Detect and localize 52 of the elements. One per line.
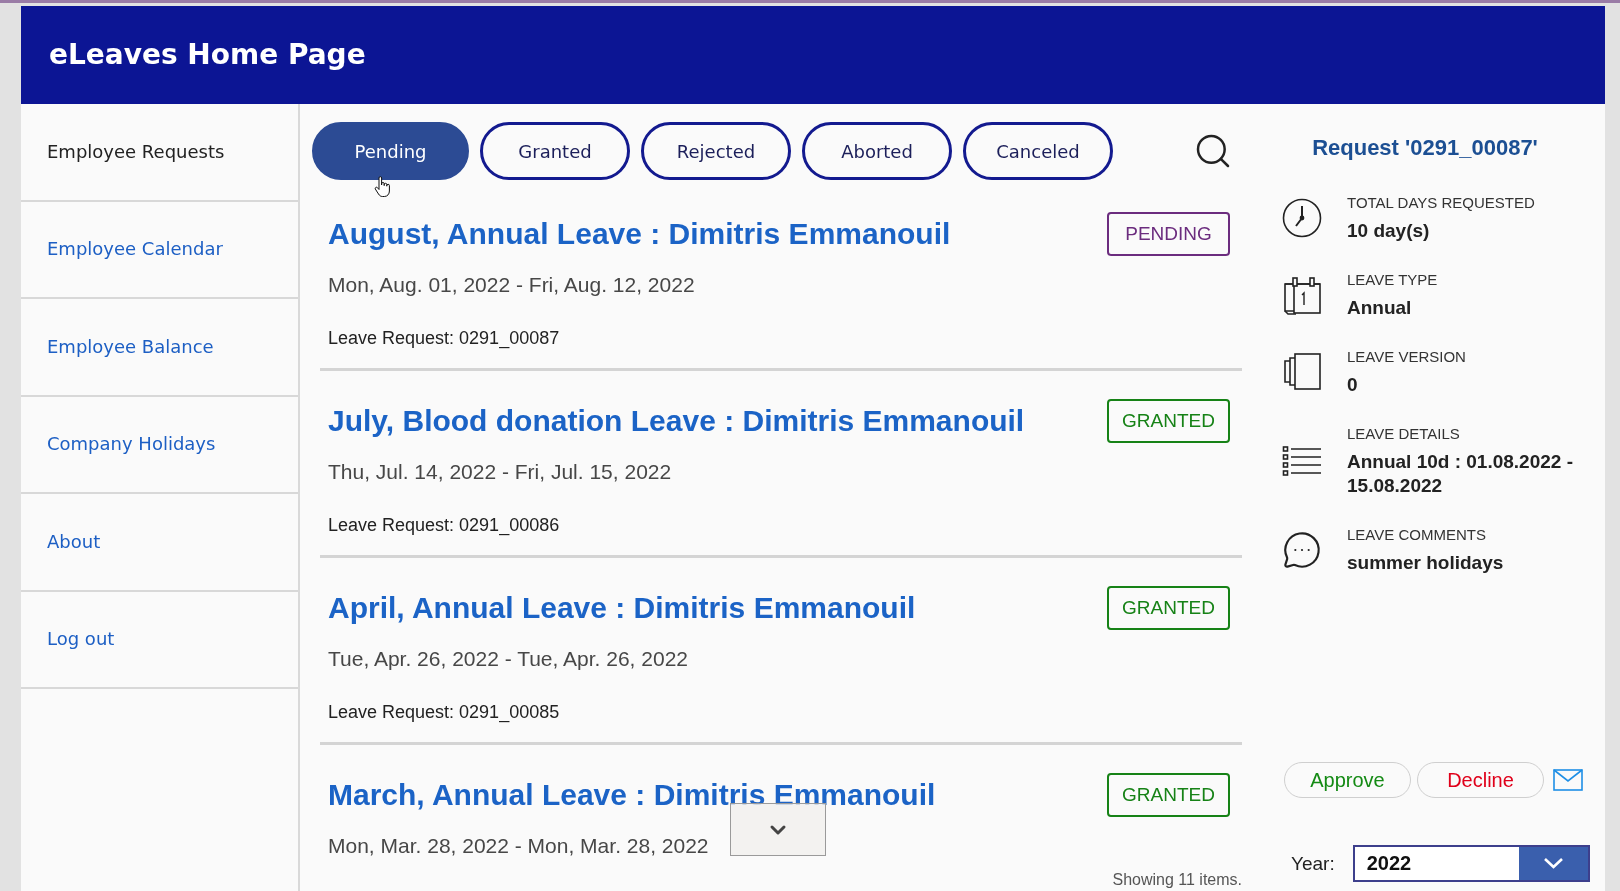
sidebar-link[interactable]: Employee Calendar	[47, 237, 223, 262]
field-value: Annual	[1347, 296, 1413, 320]
field-value: 10 day(s)	[1347, 219, 1431, 243]
request-dates: Thu, Jul. 14, 2022 - Fri, Jul. 15, 2022	[328, 459, 673, 485]
field-label: LEAVE DETAILS	[1347, 424, 1461, 444]
filter-tab[interactable]: Granted	[480, 122, 630, 180]
filter-tab[interactable]: Canceled	[963, 122, 1113, 180]
sidebar-link[interactable]: Employee Requests	[47, 139, 225, 164]
filter-tab[interactable]: Rejected	[641, 122, 791, 180]
year-dropdown[interactable]: 2022	[1352, 845, 1590, 882]
request-dates: Mon, Mar. 28, 2022 - Mon, Mar. 28, 2022	[328, 833, 710, 859]
envelope-icon	[1553, 769, 1583, 791]
filter-tab[interactable]: Aborted	[802, 122, 952, 180]
sidebar-link[interactable]: Employee Balance	[47, 334, 214, 359]
chevron-down-icon	[1519, 847, 1588, 880]
field-label: LEAVE TYPE	[1347, 270, 1439, 290]
hand-cursor-icon	[374, 176, 391, 198]
field-value: summer holidays	[1347, 551, 1505, 575]
action-button[interactable]: Decline	[1417, 762, 1544, 798]
status-badge: GRANTED	[1107, 773, 1230, 817]
status-badge: GRANTED	[1107, 399, 1230, 443]
request-title-link[interactable]: April, Annual Leave : Dimitris Emmanouil	[328, 589, 916, 627]
request-number: Leave Request: 0291_00087	[328, 327, 561, 350]
request-heading: Request '0291_00087'	[1311, 134, 1539, 162]
action-button[interactable]: Approve	[1284, 762, 1411, 798]
request-number: Leave Request: 0291_00086	[328, 514, 561, 537]
field-label: LEAVE VERSION	[1347, 347, 1467, 367]
speech-bubble-icon	[1282, 530, 1322, 570]
stacked-pages-icon	[1282, 352, 1322, 392]
request-title-link[interactable]: July, Blood donation Leave : Dimitris Emmanouil	[328, 402, 1025, 440]
field-label: TOTAL DAYS REQUESTED	[1347, 193, 1536, 213]
clock-icon	[1282, 198, 1322, 238]
sidebar-link[interactable]: Log out	[47, 627, 115, 652]
field-label: LEAVE COMMENTS	[1347, 525, 1487, 545]
field-value: 0	[1347, 373, 1359, 397]
field-value: Annual 10d : 01.08.2022 - 15.08.2022	[1347, 450, 1574, 498]
sidebar-link[interactable]: About	[47, 529, 101, 554]
items-count: Showing 11 items.	[1112, 870, 1242, 889]
status-badge: GRANTED	[1107, 586, 1230, 630]
request-number: Leave Request: 0291_00085	[328, 701, 561, 724]
calendar-icon	[1282, 275, 1322, 315]
scroll-down-button[interactable]	[730, 803, 826, 856]
mail-button[interactable]	[1553, 769, 1583, 791]
request-title-link[interactable]: March, Annual Leave : Dimitris Emmanouil	[328, 776, 936, 814]
request-dates: Mon, Aug. 01, 2022 - Fri, Aug. 12, 2022	[328, 272, 696, 298]
sidebar-link[interactable]: Company Holidays	[47, 432, 216, 457]
status-badge: PENDING	[1107, 212, 1230, 256]
filter-tab[interactable]: Pending	[312, 122, 469, 180]
page-title: eLeaves Home Page	[49, 37, 366, 73]
year-label: Year:	[1291, 851, 1335, 876]
request-title-link[interactable]: August, Annual Leave : Dimitris Emmanouil	[328, 215, 951, 253]
request-dates: Tue, Apr. 26, 2022 - Tue, Apr. 26, 2022	[328, 646, 689, 672]
